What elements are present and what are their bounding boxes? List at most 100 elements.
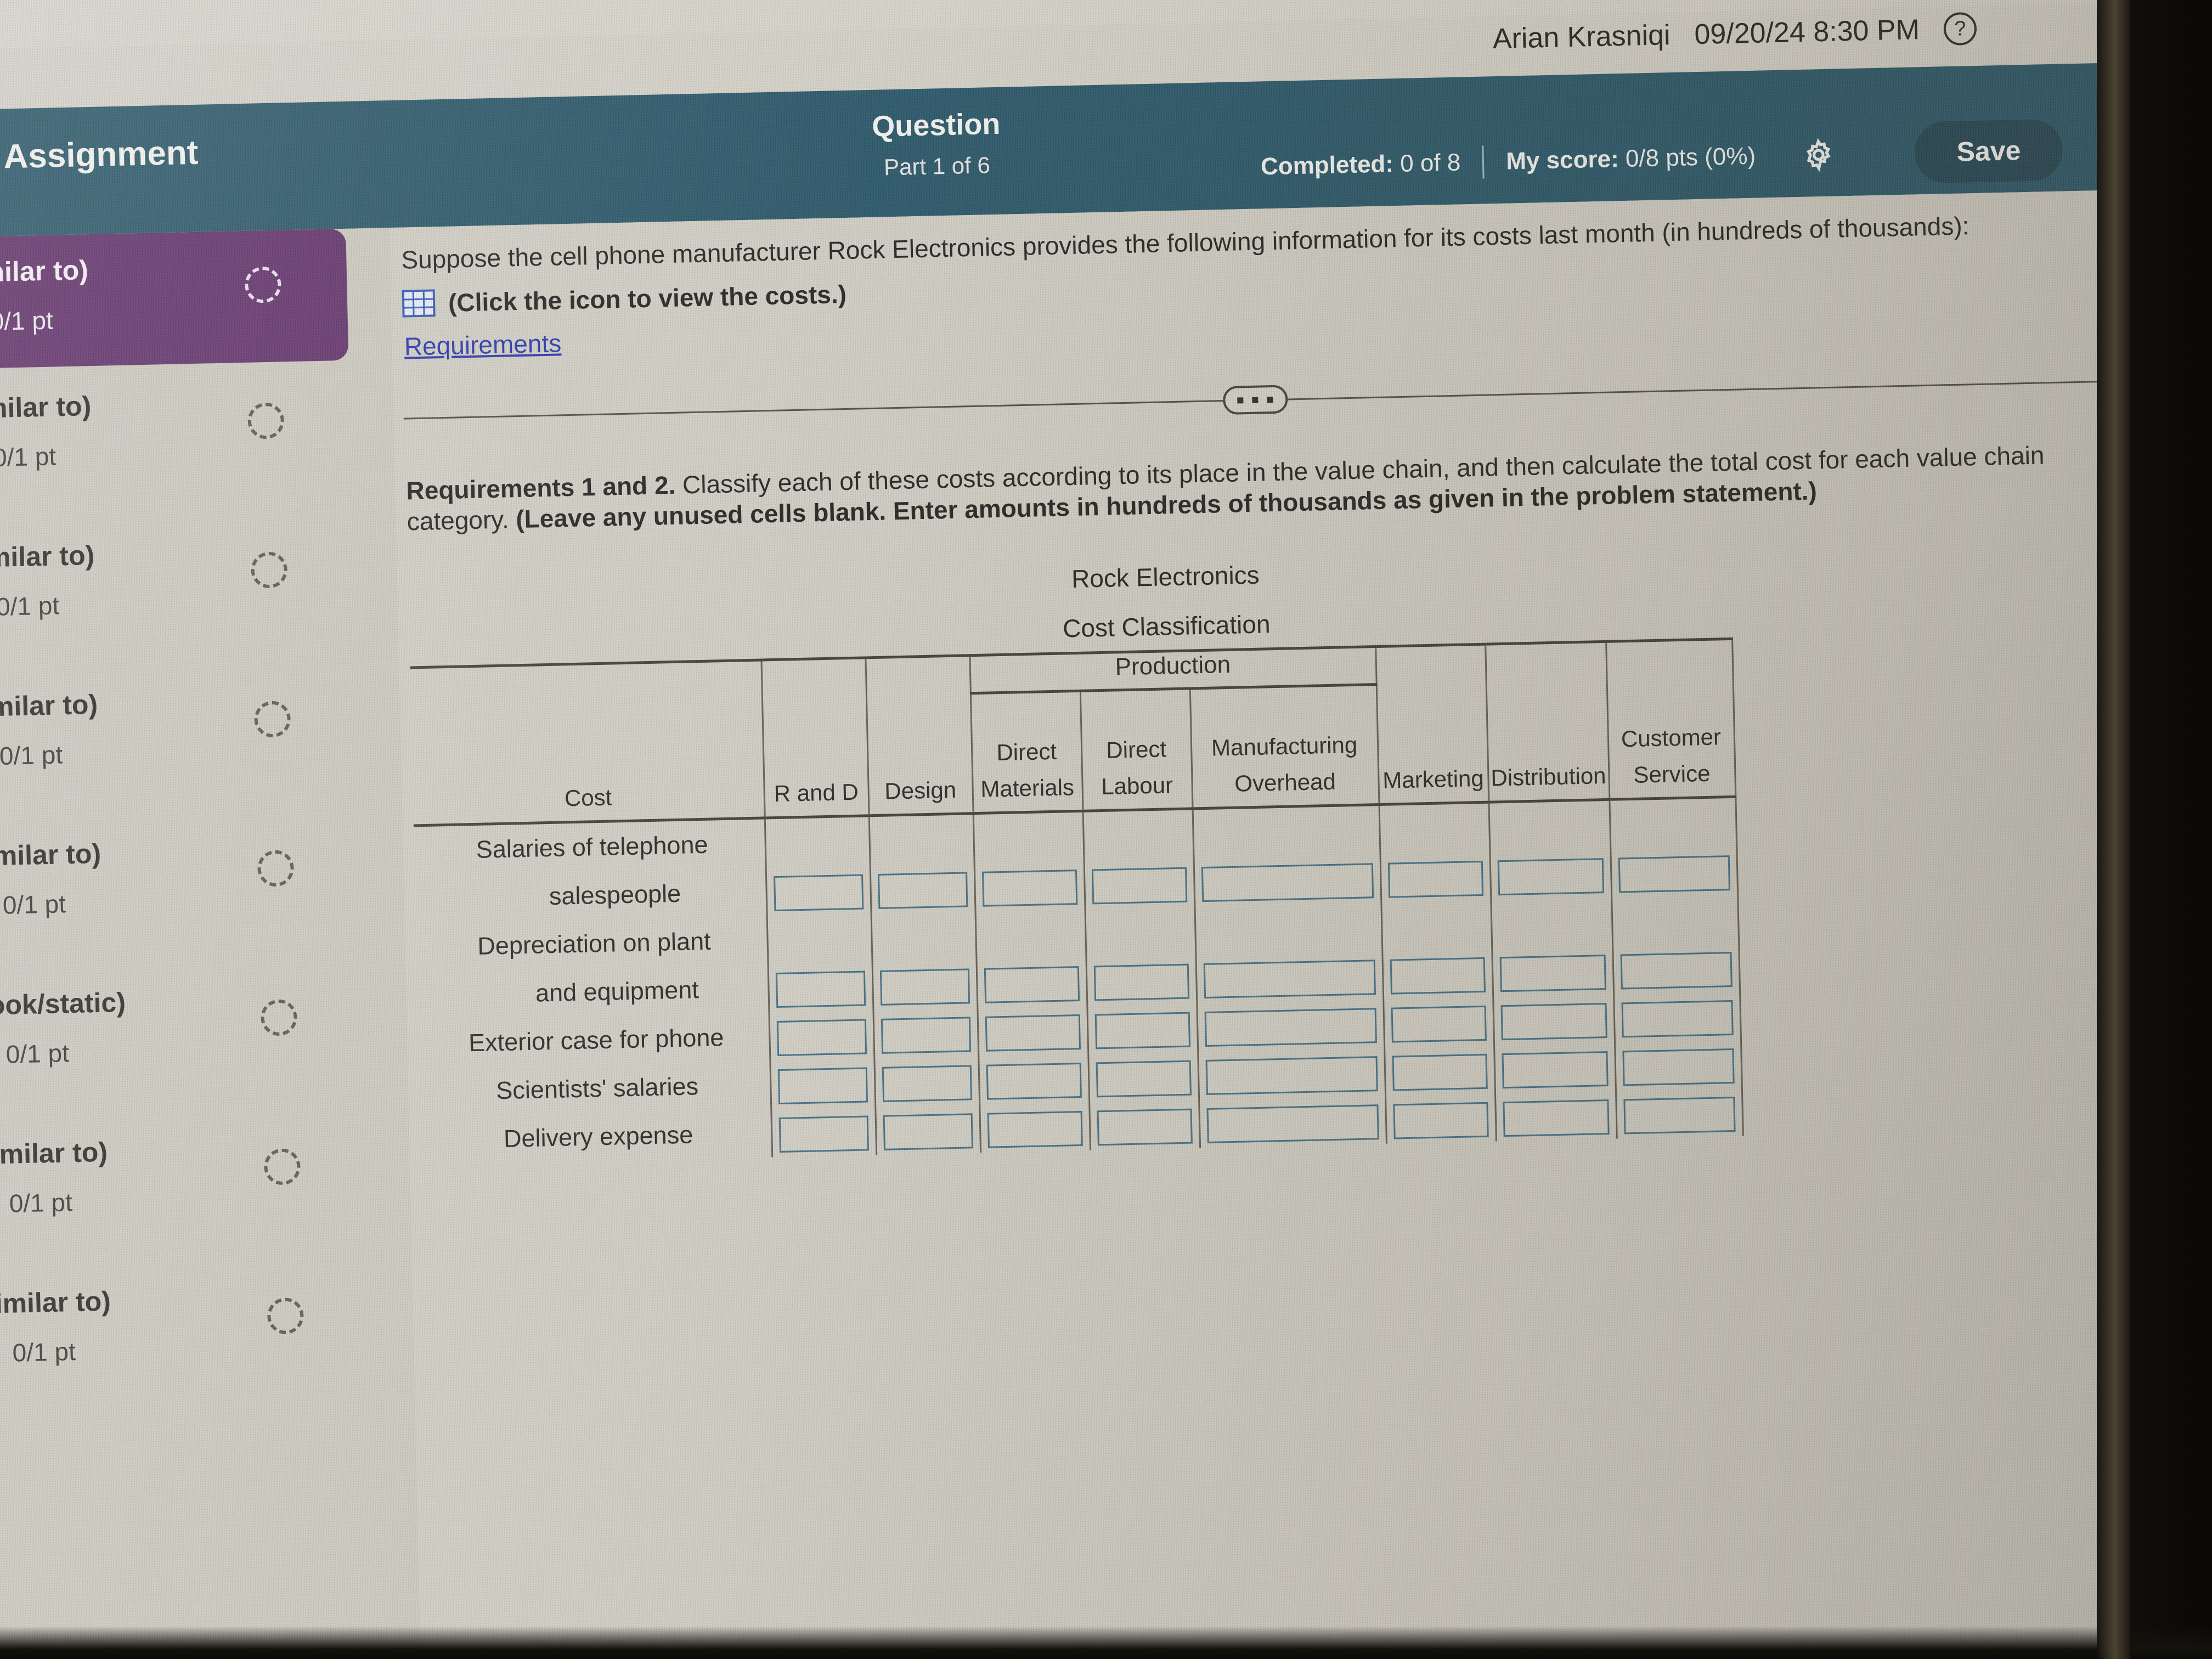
score-value: 0/8 pts (0%): [1625, 142, 1756, 172]
save-button[interactable]: Save: [1914, 119, 2064, 184]
col-head-top-8: Customer: [1606, 676, 1735, 762]
requirements-instructions: Requirements 1 and 2. Classify each of t…: [406, 439, 2086, 537]
cell-input-r4-c5[interactable]: [1206, 1104, 1379, 1143]
cell-input-r2-c4[interactable]: [1094, 1012, 1190, 1049]
completed-value: 0 of 8: [1400, 149, 1461, 177]
col-head-top-3: Direct: [970, 691, 1082, 776]
cell-input-r3-c3[interactable]: [986, 1062, 1082, 1100]
screen-surface: 2/9183182: [0, 0, 2193, 1659]
cell-input-r3-c5[interactable]: [1205, 1056, 1378, 1095]
header-status-group: Completed: 0 of 8 My score: 0/8 pts (0%)…: [1260, 119, 2064, 198]
cell-input-r0-c1[interactable]: [773, 874, 864, 911]
row-label-0-line2: salespeople: [549, 879, 681, 910]
sidebar-item-7[interactable]: imilar to) 0/1 pt: [0, 1260, 371, 1400]
cost-classification-table: Production Direct Direct Manufacturing C…: [410, 637, 1744, 1165]
user-name: Arian Krasniqi: [1492, 19, 1671, 55]
sidebar-item-3[interactable]: imilar to) 0/1 pt: [0, 663, 358, 803]
cell-input-r1-c8[interactable]: [1620, 951, 1733, 989]
cell-input-r4-c4[interactable]: [1097, 1108, 1193, 1146]
sidebar-item-1[interactable]: imilar to) 0/1 pt: [0, 365, 352, 505]
cell-input-r3-c1[interactable]: [777, 1066, 868, 1104]
expand-collapse-button[interactable]: [1222, 385, 1288, 415]
cell-input-r0-c6[interactable]: [1387, 860, 1483, 898]
cell-input-r3-c8[interactable]: [1622, 1048, 1735, 1086]
status-circle-icon: [260, 999, 298, 1036]
cell-input-r4-c6[interactable]: [1392, 1102, 1489, 1139]
cell-input-r3-c2[interactable]: [882, 1064, 972, 1102]
cell-input-r2-c6[interactable]: [1391, 1005, 1487, 1043]
row-label-2-line1: Exterior case for phone: [468, 1023, 724, 1057]
sidebar-item-points: 0/1 pt: [0, 306, 54, 336]
requirements-link[interactable]: Requirements: [404, 328, 561, 361]
cell-input-r2-c2[interactable]: [881, 1016, 971, 1054]
sidebar-item-0[interactable]: imilar to) 0/1 pt: [0, 228, 349, 369]
col-head-distribution: Distribution: [1487, 761, 1610, 802]
requirements-lead: Requirements 1 and 2.: [406, 470, 676, 505]
sidebar-item-points: 0/1 pt: [2, 889, 66, 919]
cell-input-r0-c4[interactable]: [1091, 867, 1187, 904]
cell-input-r4-c1[interactable]: [778, 1115, 869, 1153]
assignment-timestamp: 09/20/24 8:30 PM: [1694, 14, 1920, 51]
sidebar-item-5[interactable]: ook/static) 0/1 pt: [0, 962, 365, 1102]
help-icon[interactable]: ?: [1943, 12, 1977, 46]
cell-input-r1-c3[interactable]: [984, 966, 1080, 1003]
question-label: Question: [871, 107, 1001, 143]
cell-input-r4-c2[interactable]: [883, 1113, 973, 1150]
sidebar-item-label: imilar to): [0, 391, 92, 424]
section-divider: [403, 365, 2107, 435]
cell-input-r4-c7[interactable]: [1502, 1099, 1610, 1137]
cell-input-r2-c1[interactable]: [776, 1018, 867, 1056]
status-circle-icon: [247, 402, 285, 439]
cell-input-r2-c3[interactable]: [985, 1014, 1081, 1052]
sidebar-item-4[interactable]: imilar to) 0/1 pt: [0, 812, 362, 952]
sidebar-item-label: imilar to): [0, 838, 101, 872]
photo-of-monitor: 2/9183182: [0, 0, 2212, 1659]
table-company-name: Rock Electronics: [1071, 560, 1260, 594]
sidebar-item-label: imilar to): [0, 539, 95, 573]
gear-icon[interactable]: [1799, 135, 1838, 174]
cell-input-r3-c6[interactable]: [1391, 1053, 1488, 1091]
sidebar-item-points: 0/1 pt: [9, 1188, 73, 1218]
sidebar-item-label: ook/static): [0, 986, 126, 1021]
status-circle-icon: [244, 266, 282, 303]
header-divider: [1482, 145, 1485, 179]
sidebar-item-2[interactable]: imilar to) 0/1 pt: [0, 514, 355, 654]
sidebar-item-label: imilar to): [0, 1285, 111, 1319]
cell-input-r0-c5[interactable]: [1201, 862, 1374, 902]
row-label-1-line1: Depreciation on plant: [477, 927, 712, 960]
col-head-direct-materials: Materials: [972, 773, 1083, 814]
col-head-direct-labour: Labour: [1082, 770, 1193, 811]
cell-input-r1-c2[interactable]: [879, 968, 970, 1006]
cell-input-r0-c7[interactable]: [1497, 857, 1604, 895]
cell-input-r0-c8[interactable]: [1618, 855, 1730, 893]
row-label-4-line1: Delivery expense: [503, 1120, 693, 1153]
cell-input-r3-c7[interactable]: [1501, 1051, 1609, 1088]
costs-attachment-line: (Click the icon to view the costs.): [402, 279, 847, 319]
col-head-top-4: Direct: [1080, 688, 1192, 774]
cell-input-r2-c5[interactable]: [1204, 1007, 1377, 1047]
cell-input-r2-c7[interactable]: [1500, 1002, 1607, 1040]
cell-input-r0-c3[interactable]: [981, 869, 1077, 907]
cell-input-r1-c4[interactable]: [1093, 963, 1189, 1001]
cell-input-r4-c3[interactable]: [987, 1110, 1083, 1148]
spreadsheet-table-icon[interactable]: [402, 289, 436, 318]
cell-input-r3-c4[interactable]: [1096, 1060, 1192, 1097]
cell-input-r1-c1[interactable]: [775, 970, 866, 1008]
monitor-bezel-sheen: [2097, 0, 2130, 1659]
status-circle-icon: [257, 850, 295, 887]
cell-input-r1-c6[interactable]: [1390, 957, 1486, 995]
cell-input-r1-c5[interactable]: [1203, 959, 1376, 998]
divider-line-left: [403, 399, 1223, 420]
completed-status: Completed: 0 of 8: [1261, 149, 1461, 180]
sidebar-item-points: 0/1 pt: [0, 442, 57, 472]
click-icon-note: (Click the icon to view the costs.): [448, 279, 847, 317]
cell-input-r1-c7[interactable]: [1499, 954, 1606, 992]
sidebar-item-6[interactable]: imilar to) 0/1 pt: [0, 1110, 368, 1250]
cell-input-r2-c8[interactable]: [1621, 1000, 1734, 1037]
sidebar-item-label: imilar to): [0, 255, 89, 288]
col-head-top-5: Manufacturing: [1189, 684, 1378, 771]
cell-input-r4-c8[interactable]: [1623, 1096, 1736, 1134]
sidebar-item-label: imilar to): [0, 689, 98, 723]
cell-input-r0-c2[interactable]: [877, 871, 968, 909]
sidebar-item-points: 0/1 pt: [0, 740, 63, 770]
